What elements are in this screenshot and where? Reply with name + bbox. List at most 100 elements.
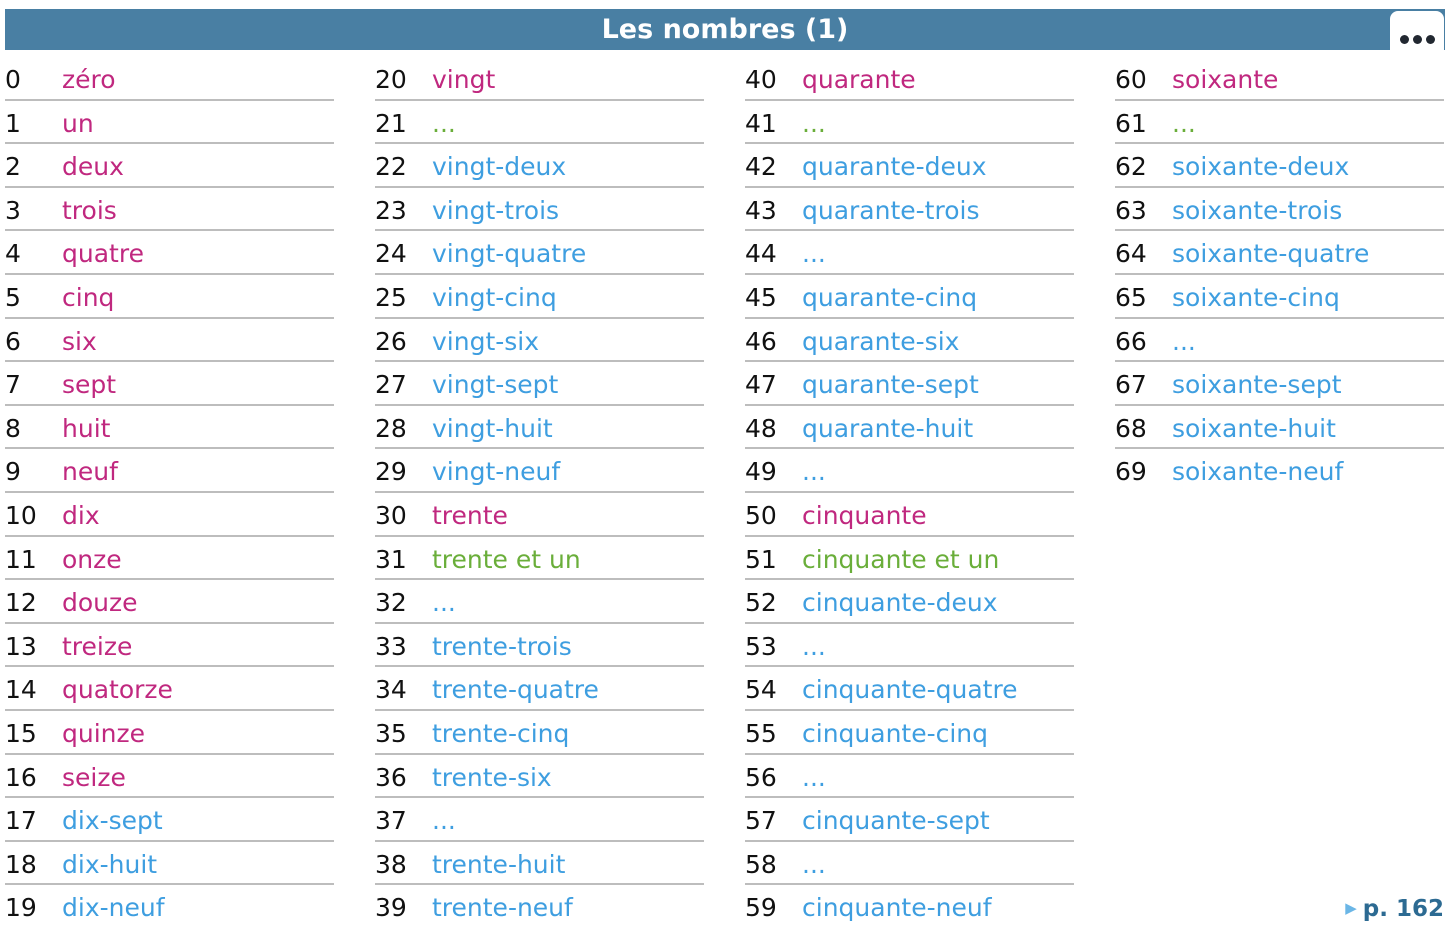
number-column: 0 zéro 1 un 2 deux 3 trois 4 quatre 5 cinq 6 six 7 sept…: [5, 57, 334, 929]
number-row: 61...: [1115, 101, 1444, 145]
number-digits: 57: [745, 806, 777, 836]
number-word: quinze: [62, 718, 146, 748]
number-row: 30 trente: [375, 493, 704, 537]
number-word: trois: [62, 195, 117, 225]
title-bar: Les nombres (1): [5, 9, 1445, 50]
number-digits: 20: [375, 65, 407, 94]
number-word: quarante-trois: [802, 195, 980, 225]
number-digits: 68: [1115, 413, 1147, 443]
number-digits: 40: [745, 65, 777, 94]
number-digits: 25: [375, 282, 407, 312]
number-word: trente-trois: [432, 631, 572, 661]
number-word: treize: [62, 631, 133, 661]
number-word: quarante-deux: [802, 152, 987, 182]
number-word: vingt-neuf: [432, 457, 561, 487]
number-word: ...: [802, 762, 826, 792]
number-word: quarante-huit: [802, 413, 974, 443]
number-row: 31 trente et un: [375, 537, 704, 581]
number-digits: 69: [1115, 457, 1147, 487]
number-digits: 67: [1115, 370, 1147, 400]
number-digits: 64: [1115, 239, 1147, 269]
number-word: dix-huit: [62, 849, 158, 879]
number-digits: 21: [375, 108, 407, 138]
page-reference-link[interactable]: ▶ p. 162: [1345, 896, 1444, 922]
number-digits: 44: [745, 239, 777, 269]
number-row: 20 vingt: [375, 57, 704, 101]
number-word: vingt-trois: [432, 195, 560, 225]
number-word: onze: [62, 544, 122, 574]
number-digits: 51: [745, 544, 777, 574]
number-row: 62 soixante-deux: [1115, 144, 1444, 188]
number-digits: 27: [375, 370, 407, 400]
number-word: soixante: [1172, 65, 1279, 94]
number-row: 26 vingt-six: [375, 319, 704, 363]
number-word: dix: [62, 500, 100, 530]
number-digits: 53: [745, 631, 777, 661]
number-word: huit: [62, 413, 111, 443]
more-menu-button[interactable]: [1390, 11, 1444, 52]
number-word: ...: [802, 457, 826, 487]
number-digits: 23: [375, 195, 407, 225]
number-word: trente-quatre: [432, 675, 599, 705]
number-digits: 0: [5, 65, 21, 94]
number-digits: 37: [375, 806, 407, 836]
number-word: cinq: [62, 282, 115, 312]
number-digits: 41: [745, 108, 777, 138]
number-word: cinquante-cinq: [802, 718, 989, 748]
number-digits: 31: [375, 544, 407, 574]
number-digits: 33: [375, 631, 407, 661]
number-digits: 58: [745, 849, 777, 879]
number-word: dix-sept: [62, 806, 163, 836]
number-row: 58...: [745, 842, 1074, 886]
number-digits: 49: [745, 457, 777, 487]
number-word: ...: [802, 849, 826, 879]
number-word: ...: [1172, 108, 1196, 138]
number-word: ...: [802, 108, 826, 138]
number-row: 2 deux: [5, 144, 334, 188]
number-row: 29 vingt-neuf: [375, 449, 704, 493]
number-word: ...: [432, 588, 456, 618]
number-row: 16 seize: [5, 755, 334, 799]
number-row: 48 quarante-huit: [745, 406, 1074, 450]
number-digits: 50: [745, 500, 777, 530]
number-word: soixante-huit: [1172, 413, 1336, 443]
number-row: 57 cinquante-sept: [745, 798, 1074, 842]
number-row: 18 dix-huit: [5, 842, 334, 886]
number-digits: 17: [5, 806, 37, 836]
number-digits: 36: [375, 762, 407, 792]
number-word: un: [62, 108, 94, 138]
number-row: 52 cinquante-deux: [745, 580, 1074, 624]
number-row: 36 trente-six: [375, 755, 704, 799]
number-row: 55 cinquante-cinq: [745, 711, 1074, 755]
number-word: vingt-cinq: [432, 282, 557, 312]
number-digits: 18: [5, 849, 37, 879]
number-word: ...: [802, 239, 826, 269]
number-column: 60 soixante 61... 62 soixante-deux 63 soixante…: [1115, 57, 1444, 493]
number-row: 65 soixante-cinq: [1115, 275, 1444, 319]
number-digits: 66: [1115, 326, 1147, 356]
number-row: 12 douze: [5, 580, 334, 624]
number-digits: 47: [745, 370, 777, 400]
number-word: vingt-six: [432, 326, 540, 356]
number-row: 53...: [745, 624, 1074, 668]
number-digits: 14: [5, 675, 37, 705]
number-word: ...: [802, 631, 826, 661]
number-row: 25 vingt-cinq: [375, 275, 704, 319]
number-row: 15 quinze: [5, 711, 334, 755]
number-digits: 19: [5, 893, 37, 923]
number-row: 47 quarante-sept: [745, 362, 1074, 406]
number-word: trente: [432, 500, 508, 530]
number-row: 3 trois: [5, 188, 334, 232]
number-row: 17 dix-sept: [5, 798, 334, 842]
number-row: 24 vingt-quatre: [375, 231, 704, 275]
number-row: 21...: [375, 101, 704, 145]
number-row: 13 treize: [5, 624, 334, 668]
number-word: zéro: [62, 65, 116, 94]
number-digits: 60: [1115, 65, 1147, 94]
number-digits: 6: [5, 326, 21, 356]
number-row: 45 quarante-cinq: [745, 275, 1074, 319]
number-digits: 15: [5, 718, 37, 748]
number-word: trente-six: [432, 762, 552, 792]
number-row: 19 dix-neuf: [5, 885, 334, 929]
number-word: deux: [62, 152, 124, 182]
